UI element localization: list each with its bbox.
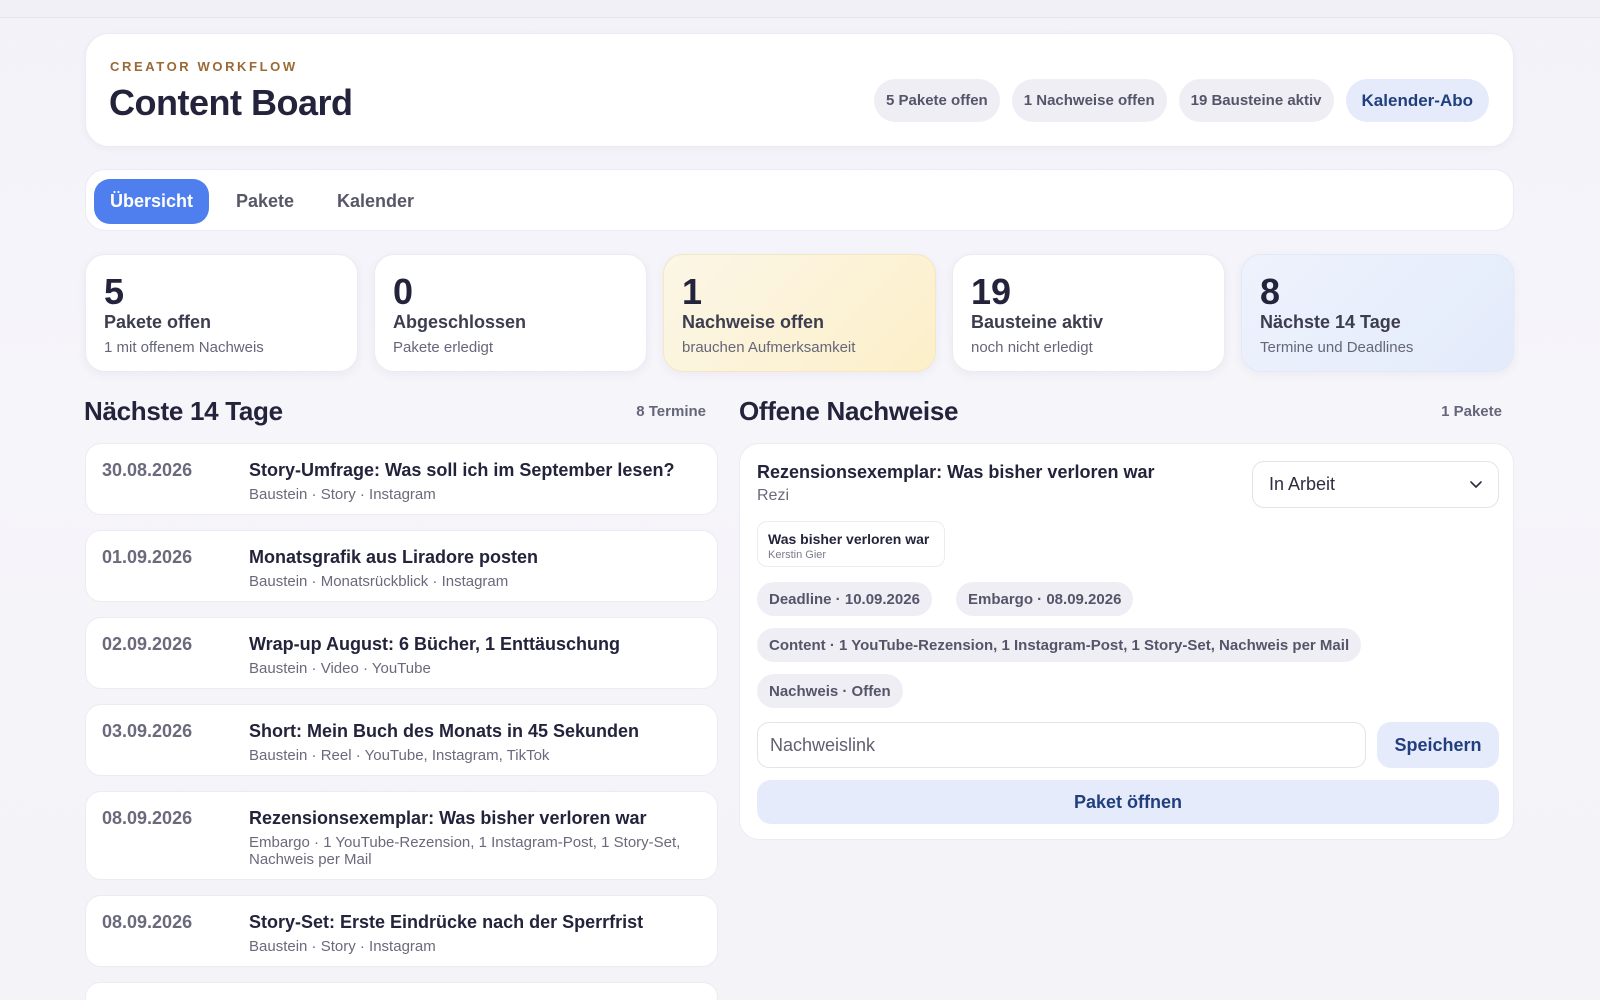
tab-calendar[interactable]: Kalender bbox=[321, 179, 430, 224]
status-value: In Arbeit bbox=[1269, 474, 1336, 494]
stat-subtext: brauchen Aufmerksamkeit bbox=[682, 339, 856, 356]
stat-label: Pakete offen bbox=[104, 312, 212, 332]
stat-card-next-14-days: 8 Nächste 14 Tage Termine und Deadlines bbox=[1241, 254, 1514, 372]
page-title: Content Board bbox=[109, 82, 353, 123]
stat-label: Nachweise offen bbox=[682, 312, 825, 332]
event-meta: Baustein · Monatsrückblick · Instagram bbox=[249, 573, 509, 590]
status-select[interactable]: In Arbeit bbox=[1252, 461, 1499, 508]
stat-label: Bausteine aktiv bbox=[971, 312, 1104, 332]
event-title: Story-Set: Erste Eindrücke nach der Sper… bbox=[249, 912, 644, 932]
stat-value: 0 bbox=[393, 271, 414, 312]
stat-label: Abgeschlossen bbox=[393, 312, 527, 332]
proof-link-input[interactable] bbox=[757, 722, 1366, 768]
stat-value: 8 bbox=[1260, 271, 1281, 312]
event-meta: Baustein · Video · YouTube bbox=[249, 660, 431, 677]
stat-subtext: 1 mit offenem Nachweis bbox=[104, 339, 264, 356]
proofs-title: Offene Nachweise bbox=[739, 396, 959, 426]
event-title: Rezensionsexemplar: Was bisher verloren … bbox=[249, 808, 647, 828]
book-author: Kerstin Gier bbox=[768, 549, 827, 561]
event-meta: Baustein · Story · Instagram bbox=[249, 938, 436, 955]
event-meta: Baustein · Story · Instagram bbox=[249, 486, 436, 503]
header-eyebrow: CREATOR WORKFLOW bbox=[110, 59, 298, 74]
save-button[interactable]: Speichern bbox=[1377, 722, 1499, 768]
stat-card-completed: 0 Abgeschlossen Pakete erledigt bbox=[374, 254, 647, 372]
proof-package-title: Rezensionsexemplar: Was bisher verloren … bbox=[757, 462, 1155, 482]
calendar-subscription-button[interactable]: Kalender-Abo bbox=[1345, 79, 1489, 122]
stat-card-active-blocks: 19 Bausteine aktiv noch nicht erledigt bbox=[952, 254, 1225, 372]
event-date: 30.08.2026 bbox=[102, 460, 193, 480]
event-date: 03.09.2026 bbox=[102, 721, 193, 741]
event-date: 08.09.2026 bbox=[102, 808, 193, 828]
stat-value: 5 bbox=[104, 271, 125, 312]
upcoming-title: Nächste 14 Tage bbox=[84, 396, 283, 426]
stat-label: Nächste 14 Tage bbox=[1260, 312, 1401, 332]
event-date: 01.09.2026 bbox=[102, 547, 193, 567]
stat-value: 19 bbox=[971, 271, 1012, 312]
event-title: Monatsgrafik aus Liradore posten bbox=[249, 547, 539, 567]
stat-card-open-packages: 5 Pakete offen 1 mit offenem Nachweis bbox=[85, 254, 358, 372]
event-meta: Baustein · Reel · YouTube, Instagram, Ti… bbox=[249, 747, 550, 764]
stat-subtext: Termine und Deadlines bbox=[1260, 339, 1414, 356]
open-package-button[interactable]: Paket öffnen bbox=[757, 780, 1499, 824]
timeline-item[interactable]: 08.09.2026 Rezensionsexemplar: Was bishe… bbox=[85, 791, 718, 880]
proof-package-type: Rezi bbox=[757, 487, 790, 504]
timeline-item[interactable]: 30.08.2026 Story-Umfrage: Was soll ich i… bbox=[85, 443, 718, 515]
tab-overview[interactable]: Übersicht bbox=[94, 179, 210, 224]
deadline-chip: Deadline · 10.09.2026 bbox=[757, 582, 932, 616]
timeline-item-partial[interactable] bbox=[85, 982, 718, 1000]
event-title: Short: Mein Buch des Monats in 45 Sekund… bbox=[249, 721, 640, 741]
book-title: Was bisher verloren war bbox=[768, 531, 930, 547]
timeline-item[interactable]: 02.09.2026 Wrap-up August: 6 Bücher, 1 E… bbox=[85, 617, 718, 689]
tab-bar: Übersicht Pakete Kalender bbox=[85, 169, 1514, 231]
proof-status-chip: Nachweis · Offen bbox=[757, 674, 903, 708]
event-meta: Embargo · 1 YouTube-Rezension, 1 Instagr… bbox=[249, 834, 681, 868]
top-bar bbox=[0, 0, 1600, 18]
content-chip: Content · 1 YouTube-Rezension, 1 Instagr… bbox=[757, 628, 1362, 662]
upcoming-count: 8 Termine bbox=[636, 403, 706, 420]
open-packages-pill: 5 Pakete offen bbox=[874, 79, 1000, 122]
event-title: Wrap-up August: 6 Bücher, 1 Enttäuschung bbox=[249, 634, 621, 654]
stat-card-open-proofs: 1 Nachweise offen brauchen Aufmerksamkei… bbox=[663, 254, 936, 372]
timeline-item[interactable]: 08.09.2026 Story-Set: Erste Eindrücke na… bbox=[85, 895, 718, 967]
embargo-chip: Embargo · 08.09.2026 bbox=[956, 582, 1134, 616]
timeline-item[interactable]: 03.09.2026 Short: Mein Buch des Monats i… bbox=[85, 704, 718, 776]
chevron-down-icon bbox=[1470, 481, 1482, 488]
open-proofs-pill: 1 Nachweise offen bbox=[1011, 79, 1167, 122]
book-card: Was bisher verloren war Kerstin Gier bbox=[757, 521, 945, 567]
event-title: Story-Umfrage: Was soll ich im September… bbox=[249, 460, 675, 480]
stat-subtext: noch nicht erledigt bbox=[971, 339, 1093, 356]
stat-value: 1 bbox=[682, 271, 703, 312]
event-date: 02.09.2026 bbox=[102, 634, 193, 654]
stat-subtext: Pakete erledigt bbox=[393, 339, 494, 356]
header-actions: 5 Pakete offen 1 Nachweise offen 19 Baus… bbox=[874, 79, 1489, 122]
active-blocks-pill: 19 Bausteine aktiv bbox=[1178, 79, 1334, 122]
proof-card: Rezensionsexemplar: Was bisher verloren … bbox=[739, 443, 1514, 840]
proofs-count: 1 Pakete bbox=[1441, 403, 1502, 420]
timeline-item[interactable]: 01.09.2026 Monatsgrafik aus Liradore pos… bbox=[85, 530, 718, 602]
event-date: 08.09.2026 bbox=[102, 912, 193, 932]
tab-packages[interactable]: Pakete bbox=[220, 179, 310, 224]
header-card: CREATOR WORKFLOW Content Board 5 Pakete … bbox=[85, 33, 1514, 147]
